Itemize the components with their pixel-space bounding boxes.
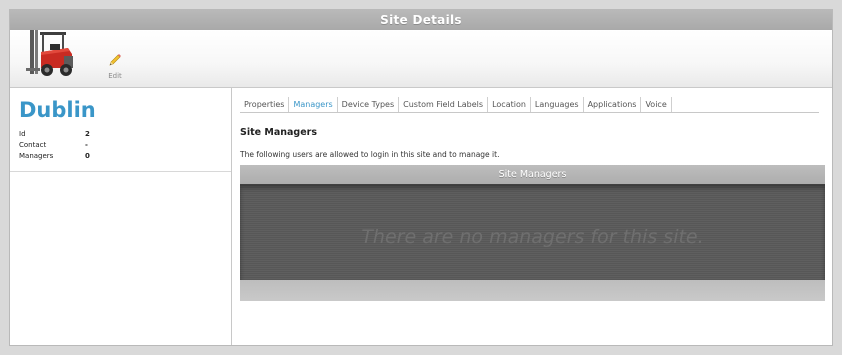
- site-summary-panel: Dublin Id 2 Contact - Managers 0: [10, 88, 232, 345]
- property-key: Contact: [19, 141, 47, 149]
- property-value: 2: [85, 130, 90, 138]
- divider: [10, 171, 231, 172]
- section-description: The following users are allowed to login…: [240, 150, 500, 159]
- grid-title: Site Managers: [240, 165, 825, 184]
- section-title: Site Managers: [240, 127, 318, 138]
- grid-footer: [240, 280, 825, 301]
- site-properties: Id 2 Contact - Managers 0: [19, 129, 219, 162]
- property-row-contact: Contact -: [19, 140, 219, 151]
- site-details-window: Site Details Edit Dublin Id 2 Contact - …: [9, 9, 833, 346]
- property-row-id: Id 2: [19, 129, 219, 140]
- property-key: Managers: [19, 152, 54, 160]
- managers-grid: Site Managers There are no managers for …: [240, 165, 825, 301]
- empty-message: There are no managers for this site.: [361, 226, 704, 248]
- site-detail-panel: Properties Managers Device Types Custom …: [240, 88, 830, 345]
- forklift-icon: [24, 24, 82, 82]
- tab-managers[interactable]: Managers: [289, 97, 338, 112]
- tab-custom-field-labels[interactable]: Custom Field Labels: [399, 97, 489, 112]
- tab-voice[interactable]: Voice: [641, 97, 672, 112]
- property-key: Id: [19, 130, 26, 138]
- window-title: Site Details: [10, 10, 832, 30]
- tab-location[interactable]: Location: [488, 97, 531, 112]
- site-name: Dublin: [19, 98, 96, 122]
- edit-button[interactable]: Edit: [104, 52, 126, 80]
- pencil-icon: [104, 52, 126, 68]
- tab-applications[interactable]: Applications: [584, 97, 642, 112]
- property-value: -: [85, 141, 88, 149]
- tab-properties[interactable]: Properties: [240, 97, 290, 112]
- toolbar: Edit: [10, 30, 832, 88]
- tab-languages[interactable]: Languages: [531, 97, 584, 112]
- tab-bar: Properties Managers Device Types Custom …: [240, 97, 819, 113]
- tab-device-types[interactable]: Device Types: [338, 97, 400, 112]
- property-row-managers: Managers 0: [19, 151, 219, 162]
- edit-label: Edit: [108, 72, 122, 80]
- property-value: 0: [85, 152, 90, 160]
- grid-body: There are no managers for this site.: [240, 184, 825, 280]
